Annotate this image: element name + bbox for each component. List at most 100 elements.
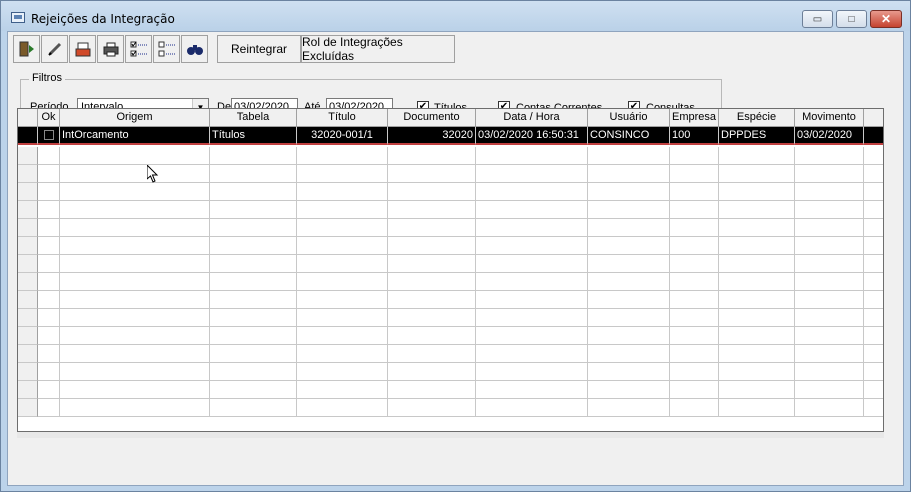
empty-cell[interactable]	[388, 201, 476, 219]
uncheck-all-button[interactable]	[153, 35, 180, 63]
column-header-documento[interactable]: Documento	[388, 109, 476, 127]
empty-cell[interactable]	[210, 291, 297, 309]
horizontal-scrollbar[interactable]	[17, 432, 884, 438]
empty-cell[interactable]	[719, 147, 795, 165]
empty-cell[interactable]	[864, 309, 883, 327]
row-ok-checkbox[interactable]	[38, 127, 60, 145]
maximize-button[interactable]: □	[836, 10, 867, 28]
empty-cell[interactable]	[476, 201, 588, 219]
empty-cell[interactable]	[38, 237, 60, 255]
empty-cell[interactable]	[38, 273, 60, 291]
empty-cell[interactable]	[588, 183, 670, 201]
empty-cell[interactable]	[670, 147, 719, 165]
empty-cell[interactable]	[719, 363, 795, 381]
empty-cell[interactable]	[670, 309, 719, 327]
print-button[interactable]	[97, 35, 124, 63]
empty-cell[interactable]	[670, 219, 719, 237]
empty-cell[interactable]	[388, 147, 476, 165]
empty-cell[interactable]	[795, 273, 864, 291]
excluded-integrations-button[interactable]: Rol de Integrações Excluídas	[301, 35, 455, 63]
empty-cell[interactable]	[795, 255, 864, 273]
empty-cell[interactable]	[388, 165, 476, 183]
empty-cell[interactable]	[476, 345, 588, 363]
empty-cell[interactable]	[795, 147, 864, 165]
empty-cell[interactable]	[60, 273, 210, 291]
empty-cell[interactable]	[38, 309, 60, 327]
exit-button[interactable]	[13, 35, 40, 63]
close-button[interactable]: ✕	[870, 10, 902, 28]
empty-cell[interactable]	[795, 219, 864, 237]
search-button[interactable]	[181, 35, 208, 63]
empty-cell[interactable]	[60, 183, 210, 201]
empty-cell[interactable]	[210, 309, 297, 327]
empty-cell[interactable]	[864, 219, 883, 237]
empty-cell[interactable]	[864, 291, 883, 309]
empty-cell[interactable]	[476, 183, 588, 201]
empty-cell[interactable]	[719, 345, 795, 363]
empty-cell[interactable]	[60, 165, 210, 183]
empty-cell[interactable]	[719, 255, 795, 273]
empty-cell[interactable]	[864, 363, 883, 381]
empty-cell[interactable]	[388, 327, 476, 345]
empty-cell[interactable]	[670, 327, 719, 345]
empty-cell[interactable]	[210, 237, 297, 255]
empty-cell[interactable]	[588, 381, 670, 399]
empty-cell[interactable]	[864, 399, 883, 417]
empty-cell[interactable]	[864, 327, 883, 345]
cell-data-hora[interactable]: 03/02/2020 16:50:31	[476, 127, 588, 145]
empty-cell[interactable]	[38, 201, 60, 219]
column-header-titulo[interactable]: Título	[297, 109, 388, 127]
empty-cell[interactable]	[864, 255, 883, 273]
empty-cell[interactable]	[38, 165, 60, 183]
empty-cell[interactable]	[210, 345, 297, 363]
empty-cell[interactable]	[388, 219, 476, 237]
cell-tabela[interactable]: Títulos	[210, 127, 297, 145]
empty-cell[interactable]	[588, 237, 670, 255]
cell-movimento[interactable]: 03/02/2020	[795, 127, 864, 145]
empty-cell[interactable]	[670, 345, 719, 363]
empty-cell[interactable]	[297, 363, 388, 381]
empty-cell[interactable]	[719, 381, 795, 399]
empty-cell[interactable]	[588, 165, 670, 183]
empty-cell[interactable]	[297, 219, 388, 237]
empty-cell[interactable]	[719, 237, 795, 255]
empty-cell[interactable]	[476, 165, 588, 183]
empty-cell[interactable]	[864, 345, 883, 363]
empty-cell[interactable]	[719, 183, 795, 201]
check-all-button[interactable]	[125, 35, 152, 63]
empty-cell[interactable]	[719, 201, 795, 219]
empty-cell[interactable]	[588, 345, 670, 363]
empty-cell[interactable]	[388, 273, 476, 291]
empty-cell[interactable]	[210, 363, 297, 381]
edit-button[interactable]	[41, 35, 68, 63]
cell-empresa[interactable]: 100	[670, 127, 719, 145]
empty-cell[interactable]	[60, 327, 210, 345]
empty-cell[interactable]	[476, 255, 588, 273]
minimize-button[interactable]: ▭	[802, 10, 833, 28]
empty-cell[interactable]	[60, 363, 210, 381]
empty-cell[interactable]	[210, 273, 297, 291]
empty-cell[interactable]	[670, 237, 719, 255]
empty-cell[interactable]	[670, 291, 719, 309]
empty-cell[interactable]	[719, 291, 795, 309]
empty-cell[interactable]	[588, 201, 670, 219]
empty-cell[interactable]	[60, 345, 210, 363]
empty-cell[interactable]	[60, 147, 210, 165]
column-header-usuario[interactable]: Usuário	[588, 109, 670, 127]
empty-cell[interactable]	[864, 183, 883, 201]
empty-cell[interactable]	[60, 219, 210, 237]
empty-cell[interactable]	[60, 255, 210, 273]
cell-titulo[interactable]: 32020-001/1	[297, 127, 388, 145]
cell-usuario[interactable]: CONSINCO	[588, 127, 670, 145]
empty-cell[interactable]	[297, 237, 388, 255]
empty-cell[interactable]	[795, 399, 864, 417]
empty-cell[interactable]	[588, 291, 670, 309]
empty-cell[interactable]	[388, 291, 476, 309]
empty-cell[interactable]	[297, 399, 388, 417]
empty-cell[interactable]	[588, 147, 670, 165]
empty-cell[interactable]	[38, 255, 60, 273]
empty-cell[interactable]	[476, 219, 588, 237]
empty-cell[interactable]	[719, 309, 795, 327]
empty-cell[interactable]	[864, 273, 883, 291]
empty-cell[interactable]	[670, 363, 719, 381]
